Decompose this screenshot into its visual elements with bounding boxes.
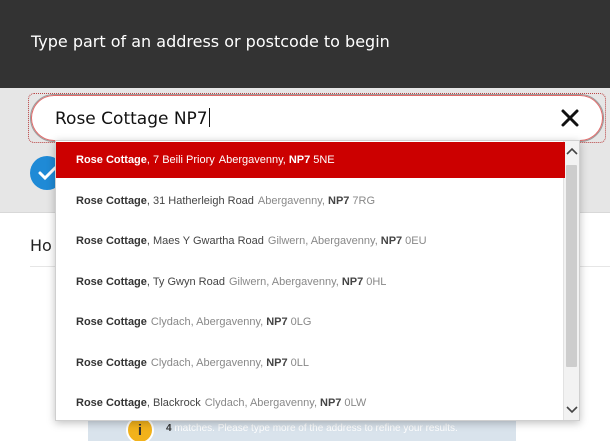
address-suggestion-item[interactable]: Rose Cottage Clydach, Abergavenny, NP7 0LG: [56, 304, 565, 340]
scroll-thumb[interactable]: [566, 165, 577, 367]
chevron-up-icon: [566, 147, 578, 155]
suggestion-name: Rose Cottage: [76, 397, 147, 409]
suggestion-town: Clydach, Abergavenny,: [150, 316, 264, 328]
suggestion-name: Rose Cottage: [76, 194, 147, 207]
clear-search-button[interactable]: [557, 105, 583, 131]
address-suggestion-item[interactable]: Rose Cottage, 31 Hatherleigh Road Abergav…: [56, 183, 565, 219]
chevron-down-icon: [566, 406, 578, 414]
header-bar: Type part of an address or postcode to b…: [0, 0, 610, 88]
suggestion-street: , Ty Gwyn Road: [146, 275, 225, 288]
suggestion-postcode-area: NP7: [320, 397, 342, 409]
suggestion-name: Rose Cottage: [76, 235, 147, 247]
suggestion-postcode-area: NP7: [288, 154, 311, 166]
suggestion-postcode-rest: 5NE: [313, 154, 335, 166]
search-input-value[interactable]: Rose Cottage NP7: [55, 108, 210, 129]
suggestion-street: , Maes Y Gwartha Road: [146, 235, 264, 247]
suggestion-postcode-area: NP7: [266, 316, 288, 328]
address-suggestions-dropdown: Rose Cottage, 7 Beili Priory Abergavenny,…: [55, 140, 580, 421]
suggestion-postcode-area: NP7: [380, 235, 403, 247]
text-caret: [208, 108, 210, 127]
address-search-input[interactable]: Rose Cottage NP7: [30, 94, 604, 142]
suggestion-town: Gilwern, Abergavenny,: [228, 275, 339, 288]
suggestion-postcode-rest: 0EU: [405, 235, 427, 247]
suggestion-name: Rose Cottage: [76, 316, 147, 328]
page-title: Type part of an address or postcode to b…: [31, 32, 390, 51]
suggestion-town: Abergavenny,: [257, 194, 325, 207]
suggestion-postcode-area: NP7: [266, 356, 288, 369]
suggestion-street: , 7 Beili Priory: [146, 154, 215, 166]
suggestion-town: Clydach, Abergavenny,: [150, 356, 264, 369]
address-suggestion-item[interactable]: Rose Cottage, Ty Gwyn Road Gilwern, Aberg…: [56, 264, 565, 300]
suggestion-postcode-rest: 0HL: [366, 275, 387, 288]
suggestion-postcode-area: NP7: [328, 194, 350, 207]
suggestion-town: Abergavenny,: [218, 154, 286, 166]
scroll-down-button[interactable]: [565, 402, 579, 418]
suggestion-postcode-rest: 7RG: [352, 194, 376, 207]
suggestion-postcode-rest: 0LG: [290, 316, 312, 328]
address-suggestion-item[interactable]: Rose Cottage, 7 Beili Priory Abergavenny,…: [56, 142, 565, 178]
address-suggestion-item[interactable]: Rose Cottage, Maes Y Gwartha Road Gilwern…: [56, 223, 565, 259]
suggestion-name: Rose Cottage: [76, 356, 147, 369]
suggestion-postcode-rest: 0LW: [344, 397, 367, 409]
suggestion-postcode-rest: 0LL: [290, 356, 309, 369]
matches-message: 4 matches. Please type more of the addre…: [166, 423, 458, 434]
suggestion-postcode-area: NP7: [341, 275, 364, 288]
scroll-up-button[interactable]: [565, 143, 579, 159]
close-icon: [561, 109, 579, 127]
suggestion-street: , 31 Hatherleigh Road: [146, 194, 254, 207]
suggestion-town: Clydach, Abergavenny,: [204, 397, 318, 409]
address-suggestion-item[interactable]: Rose Cottage Clydach, Abergavenny, NP7 0LL: [56, 345, 565, 381]
address-suggestion-item[interactable]: Rose Cottage, Blackrock Clydach, Abergave…: [56, 385, 565, 420]
suggestion-street: , Blackrock: [146, 397, 201, 409]
suggestion-name: Rose Cottage: [76, 275, 147, 288]
dropdown-scrollbar[interactable]: [563, 141, 579, 420]
section-heading: Ho: [30, 236, 52, 255]
suggestion-town: Gilwern, Abergavenny,: [267, 235, 378, 247]
address-lookup-page: Type part of an address or postcode to b…: [0, 0, 610, 441]
suggestion-name: Rose Cottage: [76, 154, 147, 166]
